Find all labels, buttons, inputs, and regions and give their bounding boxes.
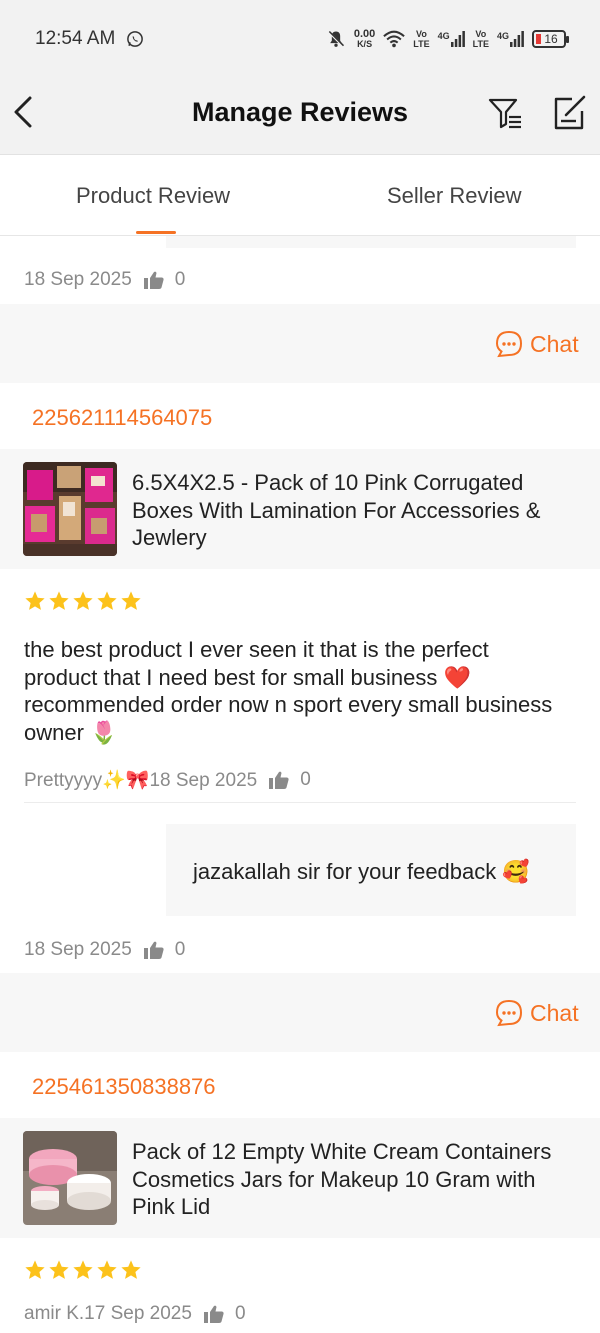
app-header: Manage Reviews [0, 78, 600, 155]
star-icon [49, 1260, 69, 1279]
like-count: 0 [174, 939, 186, 960]
star-rating [24, 590, 142, 612]
star-icon [97, 1260, 117, 1279]
reply-date: 18 Sep 2025 [24, 939, 132, 960]
sim1-signal: 4G [438, 31, 465, 47]
review-meta: Prettyyyy✨🎀18 Sep 2025 0 [24, 768, 311, 792]
status-bar: 12:54 AM 0.00 K/S Vo LTE 4G Vo LTE 4G 16 [0, 0, 600, 78]
sim2-signal: 4G [497, 31, 524, 47]
reviews-list[interactable]: 18 Sep 2025 0 Chat 225621114564075 6.5X4… [0, 236, 600, 1333]
sim1-volte: Vo LTE [413, 29, 430, 49]
signal-icon [510, 31, 524, 47]
edit-icon[interactable] [550, 94, 588, 132]
reviewer-and-date: Prettyyyy✨🎀18 Sep 2025 [24, 770, 258, 791]
tab-product-review[interactable]: Product Review [76, 183, 230, 209]
tab-seller-review[interactable]: Seller Review [387, 183, 522, 209]
battery-level: 16 [544, 32, 558, 46]
divider [24, 802, 576, 803]
filter-icon[interactable] [486, 94, 524, 132]
mute-icon [327, 30, 345, 48]
star-icon [73, 591, 93, 610]
star-icon [73, 1260, 93, 1279]
star-icon [121, 591, 141, 610]
star-icon [25, 1260, 45, 1279]
chat-label: Chat [530, 330, 579, 357]
reply-date: 18 Sep 2025 [24, 269, 132, 290]
thumbs-up-icon[interactable] [143, 941, 164, 959]
star-icon [97, 591, 117, 610]
product-image [23, 462, 117, 556]
star-icon [121, 1260, 141, 1279]
partial-reply-box [166, 236, 576, 248]
chat-button[interactable]: Chat [495, 330, 579, 358]
order-id[interactable]: 225621114564075 [32, 405, 212, 431]
star-rating [24, 1259, 142, 1281]
review-tabs: Product Review Seller Review [0, 155, 600, 236]
reply-meta: 18 Sep 2025 0 [24, 269, 185, 291]
like-count: 0 [234, 1303, 246, 1324]
thumbs-up-icon[interactable] [143, 271, 164, 289]
seller-reply-text: jazakallah sir for your feedback 🥰 [193, 859, 530, 884]
like-count: 0 [174, 269, 186, 290]
star-icon [49, 591, 69, 610]
battery-icon: 16 [532, 30, 569, 48]
status-indicators: 0.00 K/S Vo LTE 4G Vo LTE 4G 16 [326, 26, 569, 52]
thumbs-up-icon[interactable] [203, 1305, 224, 1323]
review-meta: amir K.17 Sep 2025 0 [24, 1303, 246, 1325]
product-name[interactable]: 6.5X4X2.5 - Pack of 10 Pink Corrugated B… [132, 469, 577, 552]
reply-meta: 18 Sep 2025 0 [24, 939, 185, 961]
chat-button[interactable]: Chat [495, 999, 579, 1027]
thumbs-up-icon[interactable] [269, 771, 289, 789]
network-speed: 0.00 K/S [353, 28, 376, 50]
chat-bubble-icon [495, 999, 523, 1027]
whatsapp-icon [127, 31, 143, 47]
reviewer-and-date: amir K.17 Sep 2025 [24, 1303, 192, 1324]
like-count: 0 [300, 769, 311, 790]
status-time: 12:54 AM [35, 28, 116, 49]
star-icon [25, 591, 45, 610]
chat-label: Chat [530, 999, 579, 1026]
product-image [23, 1131, 117, 1225]
wifi-icon [383, 30, 406, 48]
signal-icon [450, 31, 465, 47]
review-text: the best product I ever seen it that is … [24, 637, 553, 745]
active-tab-indicator [136, 231, 176, 234]
order-id[interactable]: 225461350838876 [32, 1074, 216, 1100]
product-name[interactable]: Pack of 12 Empty White Cream Containers … [132, 1138, 577, 1221]
chat-bubble-icon [495, 330, 523, 358]
sim2-volte: Vo LTE [472, 29, 489, 49]
